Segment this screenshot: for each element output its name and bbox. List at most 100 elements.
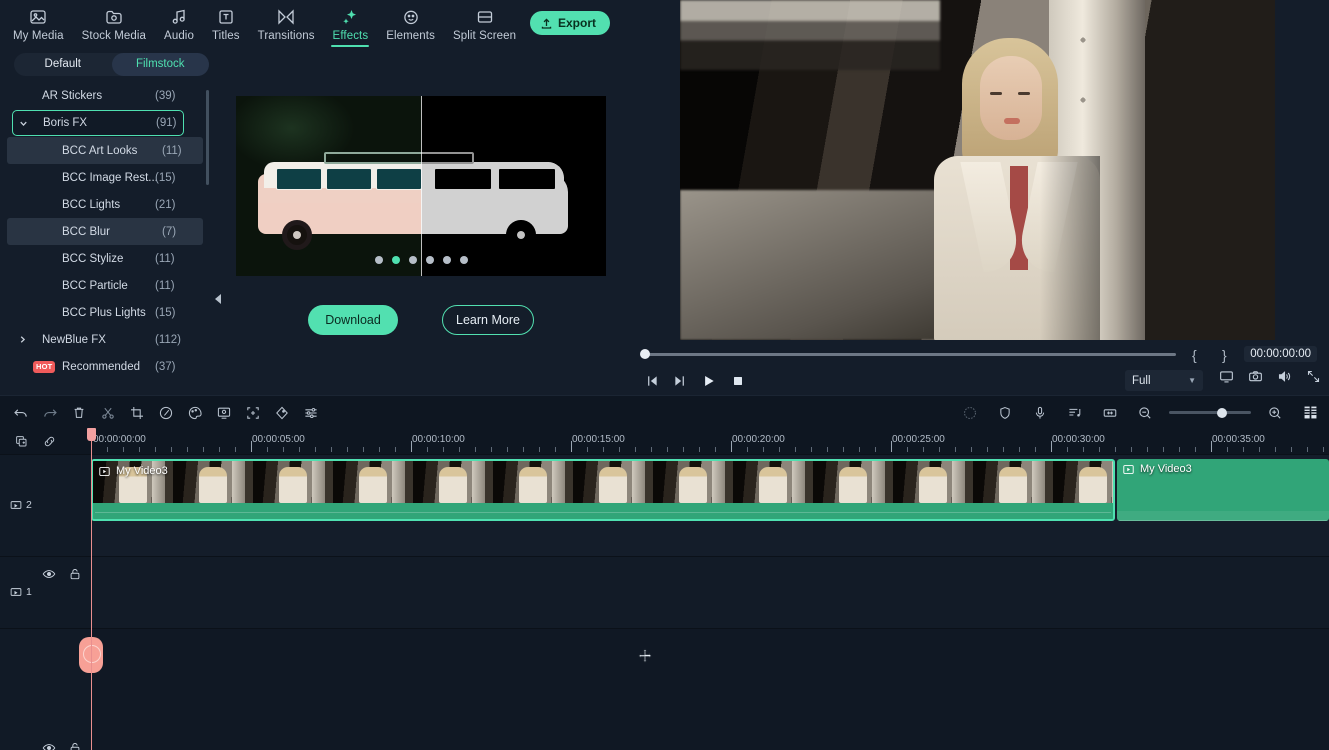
redo-icon[interactable] — [39, 402, 61, 424]
timeline-playhead[interactable] — [91, 454, 92, 750]
smiley-icon — [401, 7, 421, 27]
timeline-playhead-ruler[interactable] — [91, 428, 92, 454]
learn-more-button[interactable]: Learn More — [442, 305, 534, 335]
adjust-sliders-icon[interactable] — [300, 402, 322, 424]
download-button[interactable]: Download — [308, 305, 398, 335]
carousel-dot[interactable] — [460, 256, 468, 264]
stabilize-shield-icon[interactable] — [994, 402, 1016, 424]
preview-quality-select[interactable]: Full ▼ — [1125, 370, 1203, 391]
category-bcc-image-restoration[interactable]: BCC Image Rest... (15) — [0, 164, 210, 191]
beat-detect-icon[interactable] — [1064, 402, 1086, 424]
link-icon[interactable] — [38, 430, 60, 452]
zoom-out-icon[interactable] — [1134, 402, 1156, 424]
split-scissors-icon[interactable] — [97, 402, 119, 424]
next-frame-button[interactable] — [666, 369, 694, 393]
timeline-clip-my-video3[interactable]: My Video3 — [91, 459, 1115, 521]
carousel-dot[interactable] — [375, 256, 383, 264]
stop-button[interactable] — [724, 369, 752, 393]
nav-label: Split Screen — [453, 30, 516, 42]
category-count: (112) — [155, 334, 181, 346]
preview-scrub-handle[interactable] — [640, 349, 650, 359]
nav-item-split-screen[interactable]: Split Screen — [444, 1, 525, 47]
category-bcc-art-looks[interactable]: BCC Art Looks (11) — [7, 137, 203, 164]
nav-label: Stock Media — [82, 30, 146, 42]
tab-filmstock[interactable]: Filmstock — [112, 53, 210, 76]
delete-icon[interactable] — [68, 402, 90, 424]
render-preview-icon[interactable] — [1299, 402, 1321, 424]
playhead-handle[interactable] — [87, 428, 96, 441]
display-icon[interactable] — [1219, 369, 1234, 384]
category-bcc-stylize[interactable]: BCC Stylize (11) — [0, 245, 210, 272]
auto-reframe-icon[interactable] — [242, 402, 264, 424]
preview-scrub-track[interactable] — [646, 353, 1176, 356]
clip-thumbnail — [733, 461, 813, 503]
play-button[interactable] — [695, 369, 723, 393]
nav-item-elements[interactable]: Elements — [377, 1, 444, 47]
fullscreen-icon[interactable] — [1306, 369, 1321, 384]
green-screen-icon[interactable] — [213, 402, 235, 424]
speed-icon[interactable] — [155, 402, 177, 424]
carousel-dot[interactable] — [443, 256, 451, 264]
category-bcc-particle[interactable]: BCC Particle (11) — [0, 272, 210, 299]
timeline-ruler[interactable]: 00:00:00:00 00:00:05:00 00:00:10:00 00:0… — [91, 428, 1329, 454]
category-bcc-plus-lights[interactable]: BCC Plus Lights (15) — [0, 299, 210, 326]
nav-item-my-media[interactable]: My Media — [4, 1, 73, 47]
add-track-icon[interactable] — [10, 430, 32, 452]
export-button[interactable]: Export — [530, 11, 610, 35]
voiceover-mic-icon[interactable] — [1029, 402, 1051, 424]
snapshot-camera-icon[interactable] — [1248, 369, 1263, 384]
category-bcc-lights[interactable]: BCC Lights (21) — [0, 191, 210, 218]
zoom-in-icon[interactable] — [1264, 402, 1286, 424]
mask-icon[interactable] — [271, 402, 293, 424]
timeline-track-video-1[interactable] — [91, 556, 1329, 628]
undo-icon[interactable] — [10, 402, 32, 424]
category-newblue-fx[interactable]: NewBlue FX (112) — [0, 326, 210, 353]
mark-in-button[interactable]: { — [1192, 347, 1197, 363]
clip-thumbnail — [173, 461, 253, 503]
carousel-dot[interactable] — [426, 256, 434, 264]
fit-timeline-icon[interactable] — [1099, 402, 1121, 424]
zoom-slider-handle[interactable] — [1217, 408, 1227, 418]
ruler-label: 00:00:25:00 — [892, 434, 945, 445]
nav-item-transitions[interactable]: Transitions — [249, 1, 324, 47]
nav-item-titles[interactable]: Titles — [203, 1, 249, 47]
effects-panel: AR Stickers (39) Boris FX (91) BCC Art L… — [0, 82, 620, 395]
effects-category-list[interactable]: AR Stickers (39) Boris FX (91) BCC Art L… — [0, 82, 210, 395]
promo-carousel-dots[interactable] — [236, 256, 606, 264]
nav-item-stock-media[interactable]: Stock Media — [73, 1, 155, 47]
track-number: 1 — [26, 586, 32, 598]
nav-item-audio[interactable]: Audio — [155, 1, 203, 47]
panel-collapse-arrow-icon[interactable] — [215, 294, 221, 304]
category-ar-stickers[interactable]: AR Stickers (39) — [0, 82, 210, 109]
category-recommended[interactable]: HOT Recommended (37) — [0, 353, 210, 380]
volume-icon[interactable] — [1277, 369, 1292, 384]
carousel-dot-active[interactable] — [392, 256, 400, 264]
video-preview[interactable] — [680, 0, 1275, 340]
nav-label: Elements — [386, 30, 435, 42]
category-boris-fx[interactable]: Boris FX (91) — [12, 110, 184, 136]
timeline-track-video-2[interactable]: My Video3 My Video3 — [91, 454, 1329, 556]
category-count: (7) — [162, 226, 176, 238]
mark-out-button[interactable]: } — [1222, 347, 1227, 363]
promo-preview-image — [236, 96, 606, 276]
preview-timecode[interactable]: 00:00:00:00 — [1244, 346, 1317, 362]
nav-label: Transitions — [258, 30, 315, 42]
category-bcc-blur[interactable]: BCC Blur (7) — [7, 218, 203, 245]
category-label: BCC Image Rest... — [62, 172, 158, 184]
auto-highlight-icon[interactable] — [959, 402, 981, 424]
tab-default[interactable]: Default — [14, 53, 112, 76]
clip-thumbnail — [333, 461, 413, 503]
clip-thumbnail — [893, 461, 973, 503]
nav-item-effects[interactable]: Effects — [324, 1, 378, 47]
category-label: BCC Blur — [62, 226, 110, 238]
timeline-track-audio-1[interactable] — [91, 628, 1329, 750]
timeline-clip-my-video3-second[interactable]: My Video3 — [1117, 459, 1329, 521]
category-label: BCC Particle — [62, 280, 128, 292]
effects-list-scrollbar[interactable] — [206, 90, 209, 185]
video-track-icon: 1 — [10, 586, 32, 598]
carousel-dot[interactable] — [409, 256, 417, 264]
zoom-slider[interactable] — [1169, 411, 1251, 414]
color-palette-icon[interactable] — [184, 402, 206, 424]
prev-frame-button[interactable] — [638, 369, 666, 393]
crop-icon[interactable] — [126, 402, 148, 424]
